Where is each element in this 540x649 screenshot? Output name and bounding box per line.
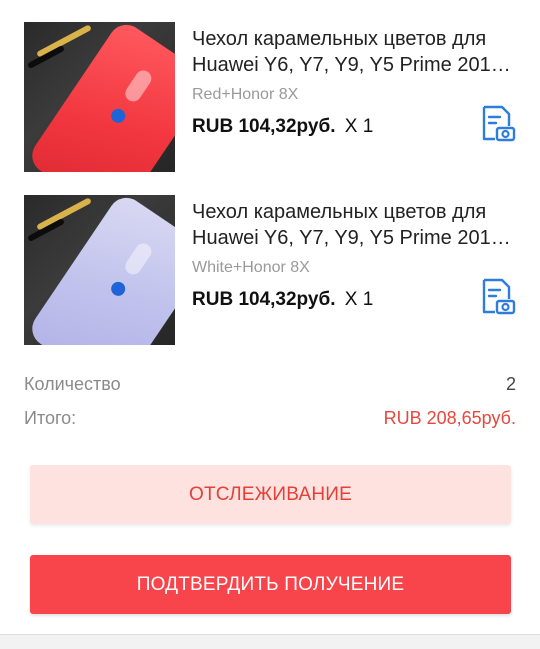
document-camera-icon[interactable] xyxy=(478,277,516,315)
product-title[interactable]: Чехол карамельных цветов для Huawei Y6, … xyxy=(192,199,512,251)
price-line: RUB 104,32руб. X 1 xyxy=(192,116,373,138)
product-quantity: X 1 xyxy=(344,289,374,310)
product-price: RUB 104,32руб. xyxy=(192,289,336,310)
product-image[interactable] xyxy=(24,195,175,345)
confirm-receipt-button[interactable]: ПОДТВЕРДИТЬ ПОЛУЧЕНИЕ xyxy=(30,555,511,614)
product-price: RUB 104,32руб. xyxy=(192,116,336,137)
price-line: RUB 104,32руб. X 1 xyxy=(192,289,373,311)
order-item[interactable]: Чехол карамельных цветов для Huawei Y6, … xyxy=(0,22,540,172)
summary-quantity-value: 2 xyxy=(505,374,516,394)
phone-case-image xyxy=(25,22,175,172)
fingerprint-sensor xyxy=(108,106,128,126)
track-order-button[interactable]: ОТСЛЕЖИВАНИЕ xyxy=(30,465,511,524)
fingerprint-sensor xyxy=(108,279,128,299)
product-quantity: X 1 xyxy=(344,116,374,137)
summary-total-value: RUB 208,65руб. xyxy=(383,408,516,428)
product-variant: Red+Honor 8X xyxy=(192,86,299,103)
camera-module xyxy=(122,240,155,278)
summary-quantity-row: Количество 2 xyxy=(24,374,516,395)
summary-total-row: Итого: RUB 208,65руб. xyxy=(24,408,516,429)
order-item[interactable]: Чехол карамельных цветов для Huawei Y6, … xyxy=(0,195,540,345)
summary-total-label: Итого: xyxy=(24,408,77,428)
product-variant: White+Honor 8X xyxy=(192,259,310,276)
product-image[interactable] xyxy=(24,22,175,172)
cable-decoration xyxy=(36,24,92,58)
bottom-bar xyxy=(0,634,540,649)
order-details-page: Чехол карамельных цветов для Huawei Y6, … xyxy=(0,0,540,649)
summary-quantity-label: Количество xyxy=(24,374,121,394)
phone-case-image xyxy=(25,195,175,345)
product-title[interactable]: Чехол карамельных цветов для Huawei Y6, … xyxy=(192,26,512,78)
cable-decoration xyxy=(36,197,92,231)
camera-module xyxy=(122,67,155,105)
document-camera-icon[interactable] xyxy=(478,104,516,142)
